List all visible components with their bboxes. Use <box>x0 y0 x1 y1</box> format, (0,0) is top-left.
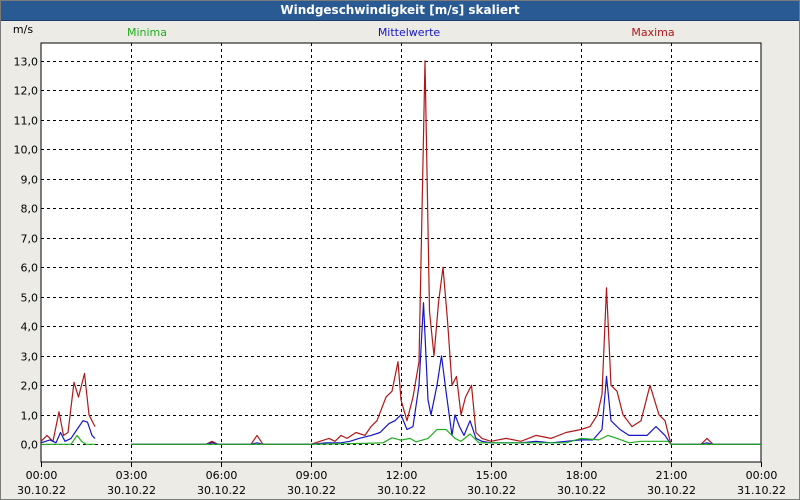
x-tick-time: 15:00 <box>476 469 508 482</box>
y-tick-label: 6,0 <box>21 262 39 275</box>
legend-minima: Minima <box>127 26 167 39</box>
x-tick-time: 09:00 <box>296 469 328 482</box>
x-tick-time: 00:00 <box>746 469 778 482</box>
x-tick-time: 06:00 <box>206 469 238 482</box>
x-tick-date: 30.10.22 <box>467 484 516 497</box>
x-tick-date: 30.10.22 <box>377 484 426 497</box>
y-tick-label: 11,0 <box>14 115 39 128</box>
y-tick-label: 9,0 <box>21 174 39 187</box>
x-tick-time: 21:00 <box>656 469 688 482</box>
y-tick-label: 12,0 <box>14 85 39 98</box>
y-tick-label: 1,0 <box>21 410 39 423</box>
y-tick-label: 10,0 <box>14 144 39 157</box>
x-tick-date: 31.10.22 <box>737 484 786 497</box>
x-tick-date: 30.10.22 <box>287 484 336 497</box>
y-tick-label: 3,0 <box>21 351 39 364</box>
y-tick-label: 13,0 <box>14 56 39 69</box>
window-title: Windgeschwindigkeit [m/s] skaliert <box>1 1 799 21</box>
y-tick-label: 8,0 <box>21 203 39 216</box>
x-tick-time: 12:00 <box>386 469 418 482</box>
y-tick-label: 5,0 <box>21 292 39 305</box>
y-tick-label: 7,0 <box>21 233 39 246</box>
y-tick-label: 4,0 <box>21 321 39 334</box>
wind-speed-chart: 0,0 1,0 2,0 3,0 4,0 5,0 6,0 7,0 8,0 9,0 10,0 11,0 12… <box>13 23 786 497</box>
y-tick-label: 2,0 <box>21 380 39 393</box>
y-axis-label: m/s <box>13 23 33 36</box>
legend-maxima: Maxima <box>631 26 674 39</box>
x-tick-date: 30.10.22 <box>557 484 606 497</box>
x-tick-time: 00:00 <box>26 469 58 482</box>
x-tick-date: 30.10.22 <box>647 484 696 497</box>
x-tick-date: 30.10.22 <box>17 484 66 497</box>
y-tick-label: 0,0 <box>21 439 39 452</box>
chart-window: Windgeschwindigkeit [m/s] skaliert 0,0 1,… <box>0 0 800 500</box>
x-tick-time: 03:00 <box>116 469 148 482</box>
legend-mittelwerte: Mittelwerte <box>378 26 441 39</box>
x-tick-date: 30.10.22 <box>197 484 246 497</box>
x-tick-time: 18:00 <box>566 469 598 482</box>
x-tick-date: 30.10.22 <box>107 484 156 497</box>
